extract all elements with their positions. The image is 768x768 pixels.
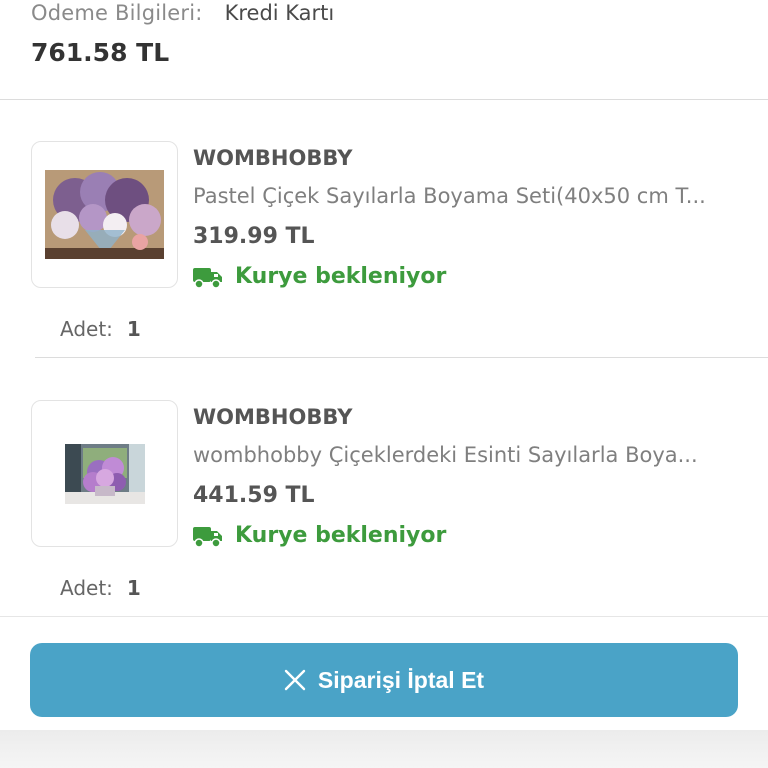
quantity-label: Adet: — [60, 576, 113, 600]
delivery-status: Kurye bekleniyor — [193, 264, 446, 289]
status-text: Kurye bekleniyor — [235, 264, 447, 289]
truck-icon — [193, 267, 222, 289]
order-detail-page: Odeme Bilgileri: Kredi Kartı 761.58 TL W… — [0, 0, 768, 768]
cancel-order-button[interactable]: Siparişi İptal Et — [30, 643, 738, 717]
quantity: Adet: 1 — [60, 576, 141, 600]
truck-icon — [193, 526, 222, 548]
status-text: Kurye bekleniyor — [235, 523, 447, 548]
product-painting-image — [64, 443, 145, 504]
quantity: Adet: 1 — [60, 317, 141, 341]
bottom-background — [0, 730, 768, 768]
close-icon — [284, 669, 306, 691]
quantity-value: 1 — [126, 317, 141, 341]
product-image[interactable] — [31, 141, 178, 288]
order-total: 761.58 TL — [31, 38, 170, 67]
brand-name: WOMBHOBBY — [193, 405, 353, 429]
divider — [35, 357, 768, 358]
brand-name: WOMBHOBBY — [193, 146, 353, 170]
quantity-label: Adet: — [60, 317, 113, 341]
divider — [0, 99, 768, 100]
payment-info: Odeme Bilgileri: Kredi Kartı — [31, 0, 334, 26]
product-name[interactable]: wombhobby Çiçeklerdeki Esinti Sayılarla … — [193, 443, 753, 467]
cancel-order-label: Siparişi İptal Et — [317, 666, 485, 693]
payment-label: Odeme Bilgileri: — [31, 1, 203, 25]
product-price: 319.99 TL — [193, 224, 315, 249]
quantity-value: 1 — [126, 576, 141, 600]
divider — [0, 616, 768, 617]
product-price: 441.59 TL — [193, 483, 315, 508]
product-image[interactable] — [31, 400, 178, 547]
delivery-status: Kurye bekleniyor — [193, 523, 446, 548]
product-painting-image — [45, 170, 164, 259]
payment-method: Kredi Kartı — [224, 1, 335, 25]
product-name[interactable]: Pastel Çiçek Sayılarla Boyama Seti(40x50… — [193, 184, 753, 208]
